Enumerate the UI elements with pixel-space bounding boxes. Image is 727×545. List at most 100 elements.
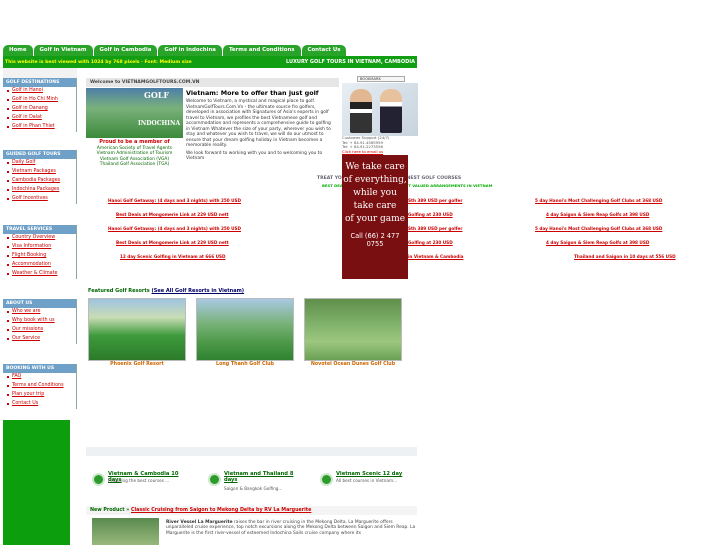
bookmark-button[interactable]: BOOKMARK — [357, 76, 405, 82]
display-note: This website is best viewed with 1024 by… — [5, 60, 192, 65]
intro-text-2: We look forward to working with you and … — [186, 150, 323, 162]
new-product-link[interactable]: Classic Cruising from Saigon to Mekong D… — [131, 508, 311, 513]
sidebar-heading: BOOKING WITH US — [3, 364, 76, 373]
logo-text-bottom: INDOCHINA — [138, 120, 181, 127]
resort-caption[interactable]: Long Thanh Golf Club — [196, 362, 294, 367]
tour-link[interactable]: 5 day Hanoi's Most Challenging Golf Club… — [535, 226, 662, 231]
sidebar-section-travel: TRAVEL SERVICES Country Overview Visa In… — [3, 225, 77, 279]
tour-link[interactable]: Golfing at 230 USD — [408, 240, 453, 245]
tour-link[interactable]: in Vietnam & Cambodia — [408, 254, 463, 259]
tour-link[interactable]: 5 day Hanoi's Most Challenging Golf Club… — [535, 198, 662, 203]
tour-link[interactable]: Best Deals at Mongomerie Link at 229 USD… — [116, 212, 229, 217]
tour-link[interactable]: 12 day Scenic Golfing in Vietnam at 666 … — [120, 254, 225, 259]
sidebar-item[interactable]: Our Service — [3, 335, 76, 344]
promo-line: take care — [353, 201, 397, 211]
golf-icon — [208, 473, 221, 486]
sidebar-item[interactable]: Our missions — [3, 326, 76, 335]
sidebar-section-about: ABOUT US Who we are Why book with us Our… — [3, 299, 77, 344]
resort-caption[interactable]: Novotel Ocean Dunes Golf Club — [304, 362, 402, 367]
tab-golf-vietnam[interactable]: Golf in Vietnam — [33, 45, 93, 56]
tab-home[interactable]: Home — [3, 45, 33, 56]
sidebar-item[interactable]: Golf in Hanoi — [3, 87, 76, 96]
welcome-bar: Welcome to VIETNAMGOLFTOURS.COM.VN — [86, 78, 339, 87]
sidebar-item[interactable]: Daily Golf — [3, 159, 76, 168]
see-all-resorts-link[interactable]: (See All Golf Resorts in Vietnam) — [152, 288, 245, 294]
sidebar-item[interactable]: Golf in Ho Chi Minh — [3, 96, 76, 105]
resort-photo[interactable] — [88, 298, 186, 361]
sidebar-item[interactable]: Visa Information — [3, 243, 76, 252]
sidebar-green-block — [3, 420, 70, 545]
sidebar-item[interactable]: Golf in Phan Thiet — [3, 123, 76, 132]
sidebar-item[interactable]: FAQ — [3, 373, 76, 382]
tab-golf-cambodia[interactable]: Golf in Cambodia — [93, 45, 158, 56]
sidebar-item[interactable]: Why book with us — [3, 317, 76, 326]
main-nav: Home Golf in Vietnam Golf in Cambodia Go… — [3, 45, 347, 56]
tour-link[interactable]: Hanoi Golf Getaway: (4 days and 3 nights… — [108, 226, 241, 231]
tour-link[interactable]: Hanoi Golf Getaway: (4 days and 3 nights… — [108, 198, 241, 203]
promo-line: of everything, — [343, 175, 407, 185]
sidebar-item[interactable]: Terms and Conditions — [3, 382, 76, 391]
sidebar-item[interactable]: Golf in Dalat — [3, 114, 76, 123]
resort-photo[interactable] — [196, 298, 294, 361]
sidebar-item[interactable]: Weather & Climate — [3, 270, 76, 279]
sidebar-item[interactable]: Plan your trip — [3, 391, 76, 400]
sidebar-heading: GOLF DESTINATIONS — [3, 78, 76, 87]
sidebar-item[interactable]: Contact Us — [3, 400, 76, 409]
package-desc: Featuring the best courses ... — [108, 478, 170, 483]
resort-photo[interactable] — [304, 298, 402, 361]
sidebar-item[interactable]: Vietnam Packages — [3, 168, 76, 177]
package-desc: Saigon & Bangkok Golfing... — [224, 486, 283, 491]
golf-icon — [92, 473, 105, 486]
tab-golf-indochina[interactable]: Golf in Indochina — [158, 45, 222, 56]
tour-link[interactable]: Sth 389 USD per golfer — [408, 198, 462, 203]
package-card[interactable]: Vietnam & Cambodia 10 days Featuring the… — [92, 471, 192, 491]
promo-phone: Call (66) 2 477 0755 — [350, 232, 400, 248]
new-product-label: New Product » — [90, 508, 130, 513]
resort-caption[interactable]: Phoenix Golf Resort — [88, 362, 186, 367]
top-banner: This website is best viewed with 1024 by… — [3, 56, 417, 68]
sidebar-item[interactable]: Golf Incentives — [3, 195, 76, 204]
sidebar-item[interactable]: Flight Booking — [3, 252, 76, 261]
promo-banner[interactable]: We take care of everything, while you ta… — [342, 155, 408, 279]
intro-text: Welcome to Vietnam, a mystical and magic… — [186, 99, 331, 148]
promo-line: while you — [353, 188, 397, 198]
support-agent-image — [350, 89, 372, 133]
sidebar-heading: ABOUT US — [3, 299, 76, 308]
package-title[interactable]: Vietnam Scenic 12 day — [336, 471, 420, 477]
package-title[interactable]: Vietnam and Thailand 8 days — [224, 471, 308, 483]
package-card[interactable]: Vietnam and Thailand 8 days Saigon & Ban… — [208, 471, 308, 491]
tour-link[interactable]: Thailand and Saigon in 10 days at 556 US… — [574, 254, 676, 259]
featured-label: Featured Golf Resorts — [88, 288, 150, 294]
tour-link[interactable]: Best Deals at Mongomerie Link at 229 USD… — [116, 240, 229, 245]
sidebar-heading: TRAVEL SERVICES — [3, 225, 76, 234]
promo-line: of your game — [344, 214, 406, 224]
support-info: Customer Support (24/7) Tel: + 84.91.456… — [342, 135, 418, 155]
sidebar-item[interactable]: Cambodia Packages — [3, 177, 76, 186]
tab-terms[interactable]: Terms and Conditions — [222, 45, 301, 56]
intro-block: Vietnam: More to offer than just golf We… — [186, 89, 336, 162]
cruise-photo[interactable] — [92, 518, 159, 545]
tab-contact[interactable]: Contact Us — [301, 45, 347, 56]
sidebar-item[interactable]: Who we are — [3, 308, 76, 317]
support-photo — [342, 83, 418, 136]
tour-link[interactable]: 4 day Saigon & Siem Reap Golfs at 398 US… — [546, 212, 649, 217]
logo-text-top: GOLF — [144, 90, 170, 100]
divider-stripe — [86, 447, 417, 456]
tour-link[interactable]: Golfing at 230 USD — [408, 212, 453, 217]
tour-link[interactable]: Sth 389 USD per golfer — [408, 226, 462, 231]
email-link[interactable]: Click here to email us — [342, 149, 418, 155]
sidebar-item[interactable]: Indochina Packages — [3, 186, 76, 195]
sidebar-item[interactable]: Country Overview — [3, 234, 76, 243]
new-product-bar: New Product » Classic Cruising from Saig… — [86, 506, 417, 515]
membership-org: Thailand Golf Association (TGA) — [99, 162, 170, 167]
sidebar-item[interactable]: Golf in Danang — [3, 105, 76, 114]
sidebar-section-destinations: GOLF DESTINATIONS Golf in Hanoi Golf in … — [3, 78, 77, 132]
sidebar-item[interactable]: Accommodation — [3, 261, 76, 270]
cruise-description: River Vessel La Marguerite raises the ba… — [166, 520, 416, 536]
intro-heading: Vietnam: More to offer than just golf — [186, 89, 319, 97]
package-card[interactable]: Vietnam Scenic 12 day All best courses i… — [320, 471, 420, 491]
package-desc: All best courses in Vietnam... — [336, 478, 398, 483]
membership-org: Vietnam Administration of Tourism — [96, 151, 173, 156]
tour-link[interactable]: 4 day Saigon & Siem Reap Golfs at 398 US… — [546, 240, 649, 245]
promo-line: We take care — [345, 162, 405, 172]
